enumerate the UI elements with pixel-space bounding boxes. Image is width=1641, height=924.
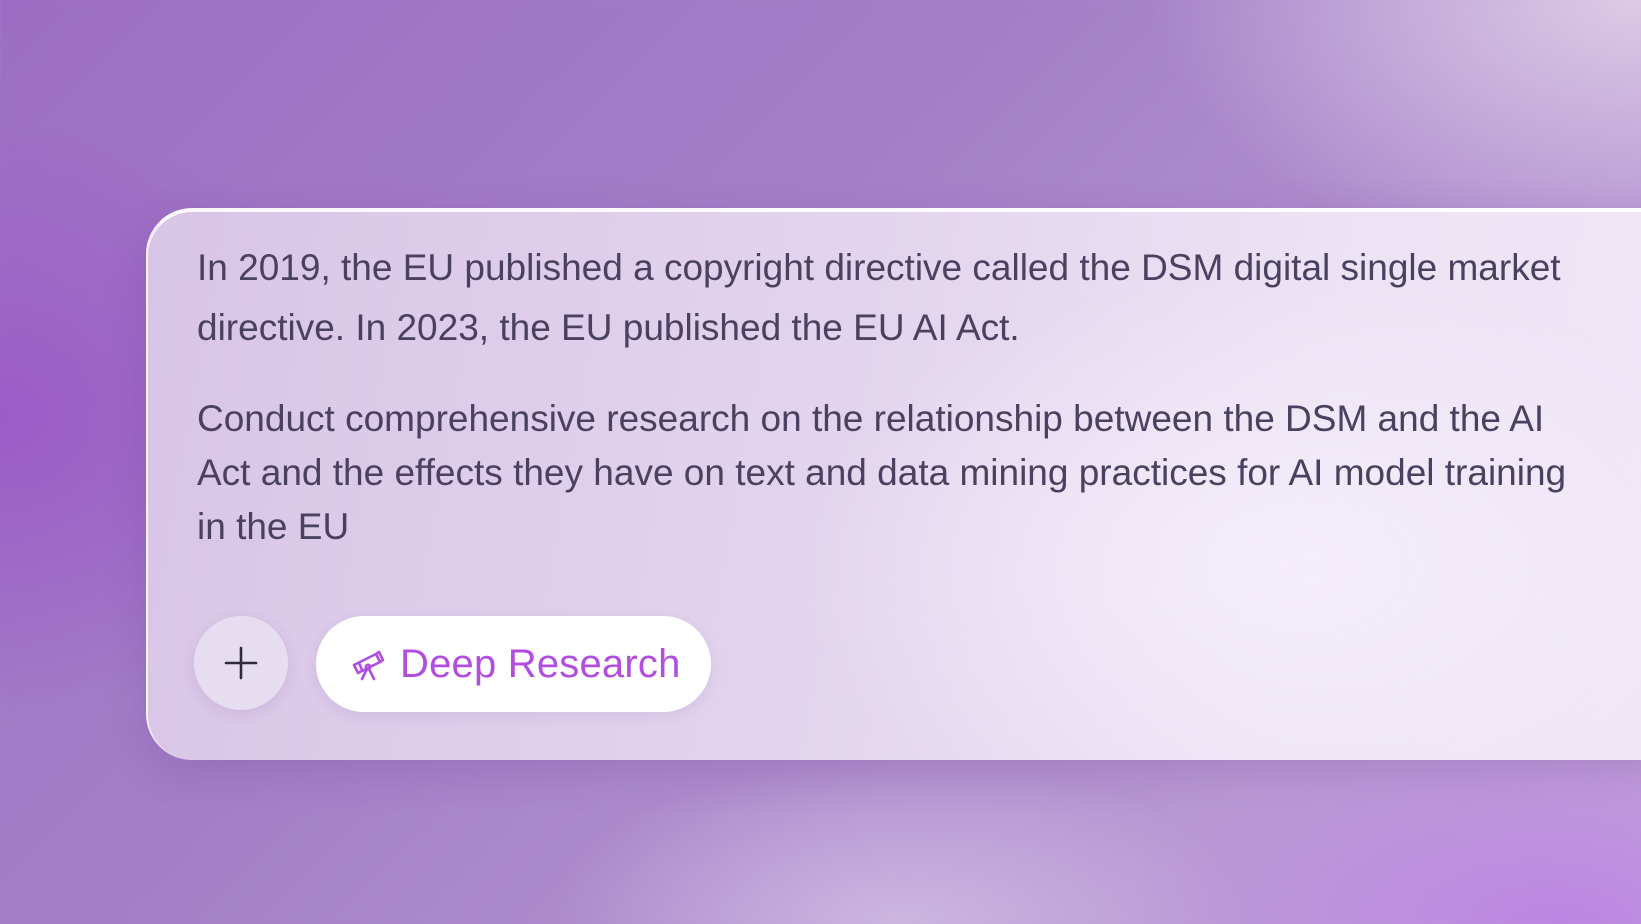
prompt-text[interactable]: In 2019, the EU published a copyright di… — [197, 238, 1597, 554]
prompt-paragraph: Conduct comprehensive research on the re… — [197, 398, 1567, 547]
add-button[interactable] — [194, 616, 288, 710]
deep-research-button[interactable]: Deep Research — [316, 616, 711, 712]
plus-icon — [224, 646, 258, 680]
prompt-paragraph: In 2019, the EU published a copyright di… — [197, 247, 1561, 348]
deep-research-label: Deep Research — [400, 641, 681, 686]
telescope-icon — [350, 646, 386, 682]
prompt-composer[interactable]: In 2019, the EU published a copyright di… — [146, 208, 1641, 760]
